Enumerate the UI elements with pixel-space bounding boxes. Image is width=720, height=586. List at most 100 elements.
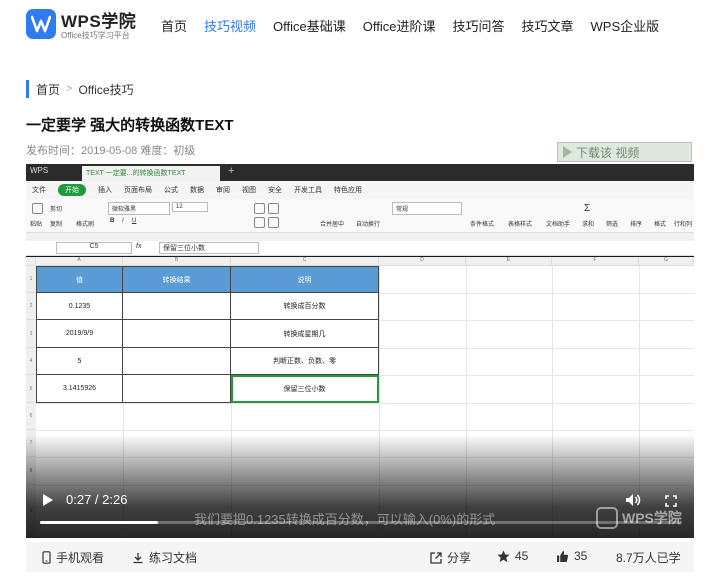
ribbon-spacer <box>26 233 694 241</box>
table-cell: 5 <box>36 348 123 375</box>
gridline <box>36 403 694 404</box>
like-button[interactable]: 35 <box>556 549 587 563</box>
brand-subtitle: Office技巧学习平台 <box>61 31 130 40</box>
ribbon-cut: 剪切 <box>50 207 63 213</box>
nav-articles[interactable]: 技巧文章 <box>522 16 574 35</box>
wps-titlebar: WPS TEXT 一定要...的转换函数TEXT + <box>26 164 694 181</box>
video-subtitle: 我们要把0.1235转换成百分数，可以输入(0%)的形式 <box>194 512 496 527</box>
mobile-watch-button[interactable]: 手机观看 <box>42 549 104 566</box>
phone-icon <box>42 551 51 564</box>
table-cell: 0.1235 <box>36 293 123 320</box>
wps-logo-icon[interactable] <box>26 9 56 39</box>
table-cell: 3.1415926 <box>36 375 123 403</box>
nav-skill-videos[interactable]: 技巧视频 <box>204 16 256 35</box>
ribbon-font-size: 12 <box>172 202 208 212</box>
wps-watermark-icon <box>596 507 618 529</box>
column-header: G <box>639 257 694 266</box>
table-cell <box>123 320 231 348</box>
row-header: 3 <box>26 320 36 348</box>
wps-menu-view: 视图 <box>242 187 256 194</box>
wps-app-tab: WPS <box>30 166 49 175</box>
wps-menu-features: 特色应用 <box>334 187 362 194</box>
play-button[interactable] <box>42 493 54 512</box>
table-header-cell: 转换结果 <box>123 266 231 293</box>
brand-name[interactable]: WPS学院 <box>61 7 136 32</box>
main-nav: 首页 技巧视频 Office基础课 Office进阶课 技巧问答 技巧文章 WP… <box>161 16 676 35</box>
row-header: 5 <box>26 375 36 403</box>
ribbon-merge: 合并居中 <box>320 222 345 228</box>
new-tab-icon: + <box>228 165 235 177</box>
video-action-bar: 手机观看 练习文档 分享 45 35 8.7万人已学 <box>26 542 694 572</box>
wps-doc-tab: TEXT 一定要...的转换函数TEXT <box>82 166 220 181</box>
ribbon-rows-cols: 行和列 <box>674 222 693 228</box>
wps-ribbon: 粘贴 剪切 复制 格式刷 微软雅黑 12 B I U 合并居中 自动换行 常规 … <box>26 199 694 233</box>
wps-menu-formula: 公式 <box>164 187 178 194</box>
ribbon-doc-helper: 文档助手 <box>546 222 571 228</box>
volume-icon <box>626 494 641 506</box>
row-header: 6 <box>26 403 36 430</box>
gridline <box>36 430 694 431</box>
video-progress-bar[interactable] <box>40 521 680 524</box>
page-title: 一定要学 强大的转换函数TEXT <box>26 117 234 134</box>
nav-office-advanced[interactable]: Office进阶课 <box>363 16 436 35</box>
ribbon-table-style: 表格样式 <box>508 222 533 228</box>
row-header: 2 <box>26 293 36 320</box>
formula-content: 保留三位小数 <box>159 242 259 254</box>
fx-icon: fx <box>136 243 142 250</box>
table-cell: 转换成百分数 <box>231 293 379 320</box>
ribbon-format: 格式 <box>654 222 667 228</box>
sum-icon: Σ <box>584 203 591 214</box>
video-player[interactable]: WPS TEXT 一定要...的转换函数TEXT + 文件 开始 插入 页面布局… <box>26 164 694 538</box>
nav-qa[interactable]: 技巧问答 <box>453 16 505 35</box>
share-button[interactable]: 分享 <box>430 549 471 566</box>
wps-menu-review: 审阅 <box>216 187 230 194</box>
italic-icon: I <box>122 218 124 224</box>
thumbs-up-icon <box>557 550 569 562</box>
row-header: 4 <box>26 348 36 375</box>
practice-doc-button[interactable]: 练习文档 <box>132 549 197 566</box>
breadcrumb-home[interactable]: 首页 <box>36 81 60 98</box>
cell-reference: C5 <box>56 242 132 254</box>
download-video-button[interactable]: 下载该 视频 <box>557 142 692 162</box>
wps-menu-bar: 文件 开始 插入 页面布局 公式 数据 审阅 视图 安全 开发工具 特色应用 <box>26 181 694 199</box>
table-cell: 转换成星期几 <box>231 320 379 348</box>
column-header: A <box>36 257 123 266</box>
nav-home[interactable]: 首页 <box>161 16 187 35</box>
table-header-cell: 说明 <box>231 266 379 293</box>
table-cell: 判断正数、负数、零 <box>231 348 379 375</box>
wps-menu-data: 数据 <box>190 187 204 194</box>
wps-menu-insert: 插入 <box>98 187 112 194</box>
ribbon-sort: 排序 <box>630 222 643 228</box>
breadcrumb-current[interactable]: Office技巧 <box>78 81 133 98</box>
site-header: WPS学院 Office技巧学习平台 首页 技巧视频 Office基础课 Off… <box>0 0 720 50</box>
align-center-icon <box>268 217 279 228</box>
nav-office-basic[interactable]: Office基础课 <box>273 16 346 35</box>
article-meta: 发布时间：2019-05-08 难度：初级 <box>26 145 196 157</box>
bold-icon: B <box>110 218 115 224</box>
wps-menu-start: 开始 <box>58 184 86 196</box>
ribbon-filter: 筛选 <box>606 222 619 228</box>
align-left-icon <box>254 217 265 228</box>
volume-button[interactable] <box>625 493 641 512</box>
formula-bar: C5 fx 保留三位小数 <box>26 241 694 256</box>
nav-enterprise[interactable]: WPS企业版 <box>591 16 660 35</box>
ribbon-copy: 复制 <box>50 222 63 228</box>
star-icon <box>497 550 510 562</box>
play-icon <box>43 494 53 506</box>
video-progress-fill <box>40 521 158 524</box>
play-triangle-icon <box>563 146 572 158</box>
align-middle-icon <box>268 203 279 214</box>
ribbon-cond-format: 条件格式 <box>470 222 495 228</box>
ribbon-sum: 求和 <box>582 222 595 228</box>
ribbon-format-painter: 格式刷 <box>76 222 95 228</box>
download-video-label: 下载该 视频 <box>576 145 640 160</box>
fullscreen-button[interactable] <box>665 494 677 512</box>
row-header: 1 <box>26 266 36 293</box>
table-cell <box>123 293 231 320</box>
share-icon <box>430 551 442 564</box>
like-count: 35 <box>574 549 588 563</box>
breadcrumb: 首页 > Office技巧 <box>26 80 134 98</box>
views-count: 8.7万人已学 <box>616 551 681 565</box>
favorite-button[interactable]: 45 <box>497 549 528 563</box>
practice-doc-label: 练习文档 <box>149 551 198 565</box>
